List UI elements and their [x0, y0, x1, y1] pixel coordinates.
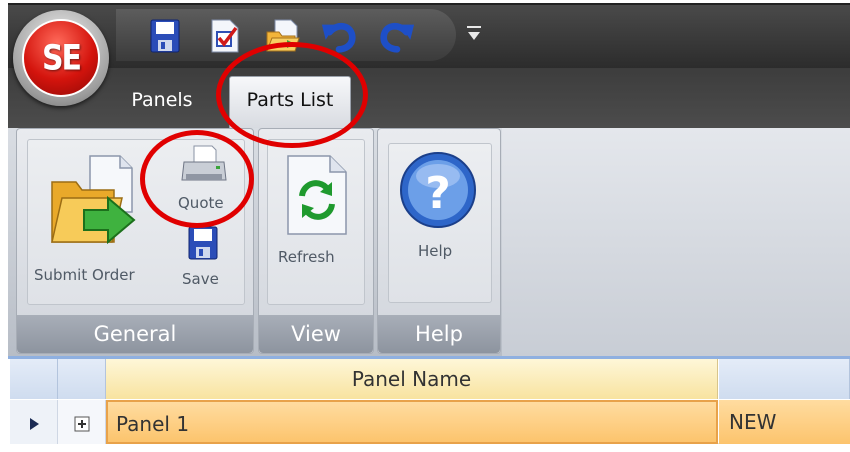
save-icon [188, 226, 218, 264]
redo-icon[interactable] [378, 17, 416, 55]
application-menu-button[interactable]: SE [13, 10, 109, 106]
save-icon[interactable] [146, 17, 184, 55]
row-expand-cell[interactable] [58, 400, 106, 444]
refresh-button[interactable]: Refresh [268, 140, 364, 290]
grid-header-expand [58, 359, 106, 399]
group-caption-view: View [259, 315, 373, 353]
row-indicator [10, 400, 58, 444]
customize-dropdown-icon[interactable] [466, 24, 482, 44]
submit-order-icon [50, 152, 146, 252]
ribbon-empty-area [502, 128, 850, 356]
column-header-status[interactable] [719, 359, 850, 399]
annotation-circle-parts-list [216, 42, 368, 148]
expand-plus-icon[interactable] [74, 416, 90, 432]
help-label: Help [418, 242, 453, 260]
cell-panel-name[interactable]: Panel 1 [106, 400, 718, 444]
app-logo-text: SE [41, 37, 82, 79]
save-button[interactable]: Save [176, 222, 236, 292]
refresh-icon [284, 152, 350, 242]
annotation-circle-quote [140, 130, 254, 228]
column-header-panel-name[interactable]: Panel Name [106, 359, 718, 399]
svg-text:?: ? [425, 168, 451, 219]
submit-order-label: Submit Order [34, 266, 135, 284]
group-caption-help: Help [378, 315, 500, 353]
cell-status[interactable]: NEW [719, 400, 850, 444]
submit-order-button[interactable]: Submit Order [28, 140, 162, 290]
refresh-label: Refresh [278, 248, 335, 266]
save-label: Save [182, 270, 219, 288]
help-button[interactable]: ? Help [390, 146, 488, 286]
tab-panels[interactable]: Panels [110, 78, 214, 122]
row-pointer-icon [29, 417, 39, 430]
checklist-icon[interactable] [206, 17, 244, 55]
group-caption-general: General [17, 315, 253, 353]
grid-header-indicator [10, 359, 58, 399]
help-icon: ? [398, 150, 478, 234]
app-logo: SE [22, 19, 100, 97]
